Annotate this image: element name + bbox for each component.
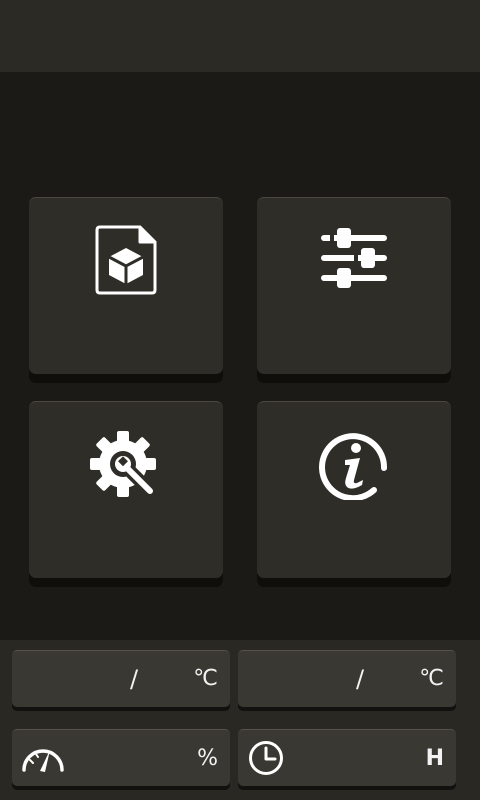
- fan-speed-display[interactable]: %: [12, 729, 230, 786]
- clock-icon: [248, 740, 284, 780]
- info-icon: [318, 428, 390, 504]
- sliders-icon: [319, 224, 389, 294]
- top-status-bar: [0, 0, 480, 72]
- nozzle-temperature-display[interactable]: / ℃: [12, 650, 230, 707]
- gear-wrench-icon: [90, 428, 162, 504]
- print-time-display[interactable]: H: [238, 729, 456, 786]
- temp-separator: /: [356, 665, 365, 693]
- temp-unit: ℃: [193, 666, 218, 691]
- bed-temperature-display[interactable]: / ℃: [238, 650, 456, 707]
- adjust-settings-button[interactable]: [257, 197, 451, 374]
- fan-unit: %: [197, 746, 218, 771]
- time-unit: H: [425, 746, 444, 771]
- model-file-icon: [94, 224, 158, 300]
- temp-unit: ℃: [419, 666, 444, 691]
- speedometer-icon: [20, 740, 66, 778]
- tools-button[interactable]: [29, 401, 223, 578]
- about-info-button[interactable]: [257, 401, 451, 578]
- temp-separator: /: [130, 665, 139, 693]
- print-files-button[interactable]: [29, 197, 223, 374]
